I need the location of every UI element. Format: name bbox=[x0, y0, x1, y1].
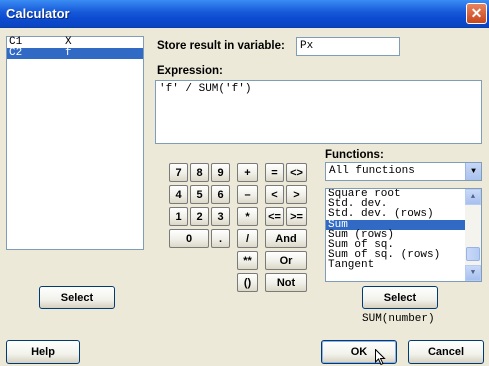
chevron-down-icon[interactable]: ▼ bbox=[465, 163, 481, 180]
key-parentheses[interactable]: () bbox=[237, 273, 258, 292]
key-3[interactable]: 3 bbox=[211, 207, 230, 226]
key-decimal[interactable]: . bbox=[211, 229, 230, 248]
expression-label: Expression: bbox=[157, 65, 223, 77]
function-syntax-hint: SUM(number) bbox=[362, 313, 435, 325]
store-variable-input[interactable]: Px bbox=[296, 37, 400, 56]
title-bar: Calculator ✕ bbox=[0, 0, 489, 28]
key-less-than[interactable]: < bbox=[265, 185, 284, 204]
key-divide[interactable]: / bbox=[237, 229, 258, 248]
key-greater-equal[interactable]: >= bbox=[286, 207, 307, 226]
functions-list[interactable]: Square root Std. dev. Std. dev. (rows) S… bbox=[325, 188, 482, 282]
key-and[interactable]: And bbox=[265, 229, 307, 248]
variable-list[interactable]: C1 X C2 f bbox=[6, 36, 144, 250]
functions-scrollbar[interactable]: ▲ ▼ bbox=[465, 189, 481, 281]
scroll-down-icon[interactable]: ▼ bbox=[465, 265, 481, 281]
help-button[interactable]: Help bbox=[6, 340, 80, 364]
functions-category-select[interactable]: All functions ▼ bbox=[325, 162, 482, 181]
variable-row-c1[interactable]: C1 X bbox=[7, 37, 143, 48]
window-title: Calculator bbox=[6, 6, 70, 21]
key-1[interactable]: 1 bbox=[169, 207, 188, 226]
variable-name: f bbox=[65, 47, 72, 59]
key-or[interactable]: Or bbox=[265, 251, 307, 270]
key-0[interactable]: 0 bbox=[169, 229, 209, 248]
function-item[interactable]: Tangent bbox=[326, 260, 481, 271]
key-equals[interactable]: = bbox=[265, 163, 284, 182]
variable-row-c2[interactable]: C2 f bbox=[7, 48, 143, 59]
key-5[interactable]: 5 bbox=[190, 185, 209, 204]
key-less-equal[interactable]: <= bbox=[265, 207, 284, 226]
cancel-button[interactable]: Cancel bbox=[408, 340, 484, 364]
scroll-thumb[interactable] bbox=[466, 247, 480, 261]
store-label: Store result in variable: bbox=[157, 40, 285, 52]
functions-category-value: All functions bbox=[329, 165, 415, 177]
key-greater-than[interactable]: > bbox=[286, 185, 307, 204]
close-icon[interactable]: ✕ bbox=[466, 3, 487, 24]
key-power[interactable]: ** bbox=[237, 251, 258, 270]
select-function-button[interactable]: Select bbox=[362, 286, 438, 309]
key-not-equal[interactable]: <> bbox=[286, 163, 307, 182]
key-multiply[interactable]: * bbox=[237, 207, 258, 226]
scroll-up-icon[interactable]: ▲ bbox=[465, 189, 481, 205]
key-2[interactable]: 2 bbox=[190, 207, 209, 226]
functions-label: Functions: bbox=[325, 149, 384, 161]
key-not[interactable]: Not bbox=[265, 273, 307, 292]
key-minus[interactable]: – bbox=[237, 185, 258, 204]
calculator-dialog: C1 X C2 f Store result in variable: Px E… bbox=[0, 28, 489, 366]
mouse-cursor-icon bbox=[375, 349, 386, 366]
variable-column: C2 bbox=[9, 47, 23, 59]
key-9[interactable]: 9 bbox=[211, 163, 230, 182]
expression-input[interactable]: 'f' / SUM('f') bbox=[155, 80, 482, 144]
key-8[interactable]: 8 bbox=[190, 163, 209, 182]
key-6[interactable]: 6 bbox=[211, 185, 230, 204]
key-4[interactable]: 4 bbox=[169, 185, 188, 204]
key-7[interactable]: 7 bbox=[169, 163, 188, 182]
select-variable-button[interactable]: Select bbox=[39, 286, 115, 309]
function-item[interactable]: Std. dev. (rows) bbox=[326, 209, 481, 220]
key-plus[interactable]: + bbox=[237, 163, 258, 182]
